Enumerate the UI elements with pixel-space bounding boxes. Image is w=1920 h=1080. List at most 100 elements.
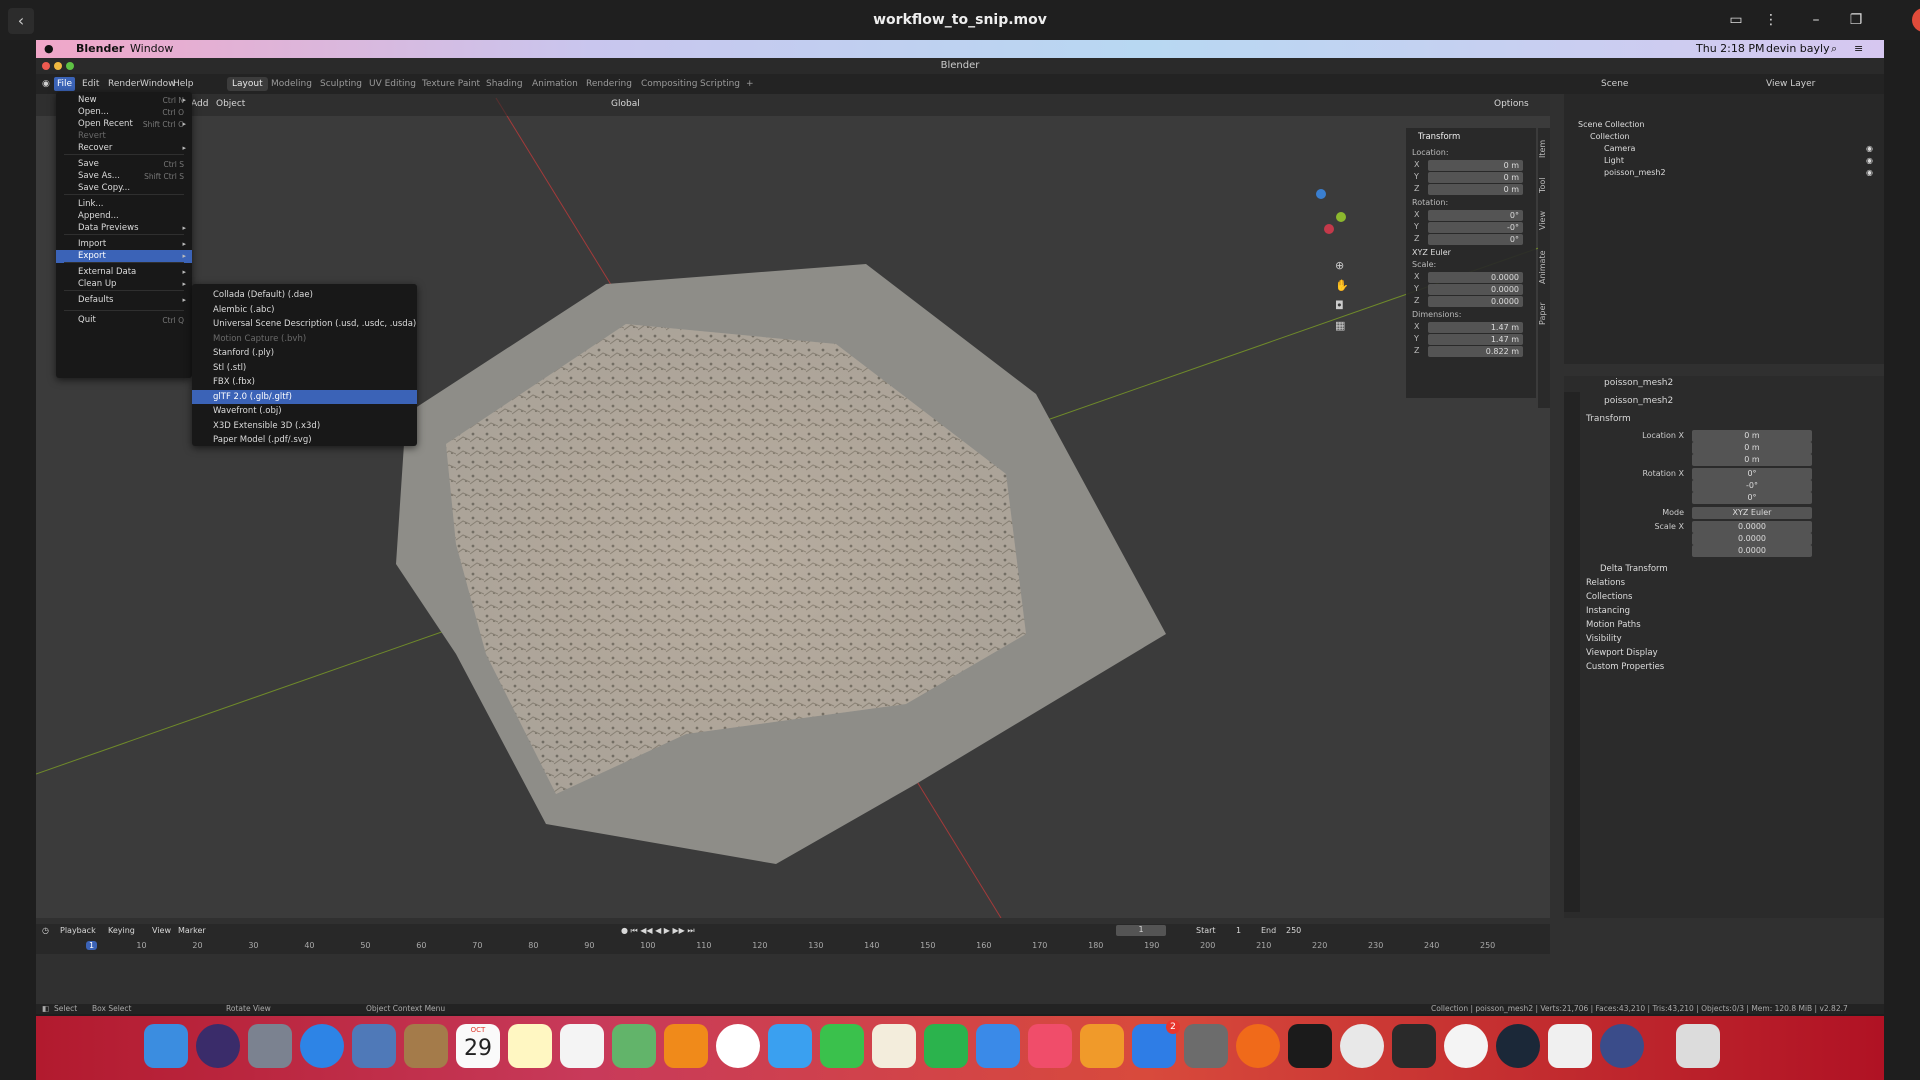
section-delta-transform[interactable]: Delta Transform [1600,564,1668,574]
blender-logo-icon[interactable]: ◉ [42,79,50,89]
chrome-icon[interactable] [1444,1024,1488,1068]
location-y-field[interactable]: 0 m [1428,172,1523,183]
app-store-icon[interactable]: 2 [1132,1020,1180,1068]
section-visibility[interactable]: Visibility [1586,634,1622,644]
spotlight-icon[interactable]: ⌕ [1831,42,1837,56]
books-icon[interactable] [1080,1024,1124,1068]
quicktime-icon[interactable] [1600,1024,1644,1068]
tab-scripting[interactable]: Scripting [695,77,745,91]
marker-menu[interactable]: Marker [178,926,206,935]
eye-icon[interactable]: ◉ [1866,156,1873,165]
current-frame-field[interactable]: 1 [1116,925,1166,936]
start-field[interactable]: 1 [1236,926,1241,935]
keynote-icon[interactable] [976,1024,1020,1068]
export-option[interactable]: Collada (Default) (.dae) [192,288,417,302]
blender-dock-icon[interactable] [664,1024,708,1068]
facetime-icon[interactable] [820,1024,864,1068]
tab-rendering[interactable]: Rendering [581,77,637,91]
dimension-z-field[interactable]: 0.822 m [1428,346,1523,357]
export-option[interactable]: X3D Extensible 3D (.x3d) [192,419,417,433]
section-collections[interactable]: Collections [1586,592,1632,602]
back-icon[interactable]: ‹ [8,8,34,34]
prop-rotation-mode[interactable]: XYZ Euler [1692,507,1812,519]
gizmo-y-icon[interactable] [1336,212,1346,222]
playback-controls[interactable]: ● ⏮ ◀◀ ◀ ▶ ▶▶ ⏭ [621,926,695,936]
section-custom-properties[interactable]: Custom Properties [1586,662,1664,672]
export-option[interactable]: Universal Scene Description (.usd, .usdc… [192,317,417,331]
pan-hand-icon[interactable]: ✋ [1335,279,1349,292]
terminal-icon[interactable] [1392,1024,1436,1068]
scale-x-field[interactable]: 0.0000 [1428,272,1523,283]
textedit-icon[interactable] [1548,1024,1592,1068]
tab-modeling[interactable]: Modeling [266,77,317,91]
gizmo-x-icon[interactable] [1324,224,1334,234]
close-window-icon[interactable] [42,62,50,70]
scale-y-field[interactable]: 0.0000 [1428,284,1523,295]
keying-menu[interactable]: Keying [108,926,135,935]
reminders-icon[interactable] [560,1024,604,1068]
activity-monitor-icon[interactable] [1288,1024,1332,1068]
tab-compositing[interactable]: Compositing [636,77,702,91]
location-z-field[interactable]: 0 m [1428,184,1523,195]
zoom-window-icon[interactable] [66,62,74,70]
rotation-mode[interactable]: XYZ Euler [1412,248,1451,257]
end-field[interactable]: 250 [1286,926,1301,935]
tab-item[interactable]: Item [1538,134,1550,164]
tab-shading[interactable]: Shading [481,77,528,91]
add-menu[interactable]: Add [191,99,208,109]
object-name-field[interactable]: poisson_mesh2 [1604,396,1673,406]
menubar-user[interactable]: devin bayly [1766,42,1830,55]
music-icon[interactable] [1028,1024,1072,1068]
minimize-icon[interactable]: – [1805,10,1827,30]
dimension-y-field[interactable]: 1.47 m [1428,334,1523,345]
cast-icon[interactable]: ▭ [1725,10,1747,30]
prop-rotation-y[interactable]: -0° [1692,480,1812,492]
rotation-z-field[interactable]: 0° [1428,234,1523,245]
scene-label[interactable]: Scene [1601,79,1628,89]
restore-icon[interactable]: ❐ [1845,10,1867,30]
tab-sculpting[interactable]: Sculpting [315,77,367,91]
view-menu[interactable]: View [152,926,171,935]
camera-icon[interactable]: ◘ [1335,299,1344,312]
zoom-icon[interactable]: ⊕ [1335,259,1344,272]
calendar-icon[interactable]: OCT 29 [456,1024,500,1068]
collection-row[interactable]: Collection [1590,132,1630,144]
eye-icon[interactable]: ◉ [1866,168,1873,177]
transform-header[interactable]: Transform [1586,414,1631,424]
firefox-icon[interactable] [1236,1024,1280,1068]
outliner-mesh[interactable]: poisson_mesh2 [1604,168,1666,180]
export-option[interactable]: Stanford (.ply) [192,346,417,360]
tab-uv-editing[interactable]: UV Editing [364,77,421,91]
menubar-window[interactable]: Window [130,42,173,55]
playback-menu[interactable]: Playback [60,926,96,935]
preview-icon[interactable] [352,1024,396,1068]
export-option[interactable]: FBX (.fbx) [192,375,417,389]
siri-icon[interactable] [196,1024,240,1068]
more-icon[interactable]: ⋮ [1760,10,1782,30]
view-layer-label[interactable]: View Layer [1766,79,1815,89]
pages-icon[interactable] [872,1024,916,1068]
prop-rotation-x[interactable]: 0° [1692,468,1812,480]
tab-layout[interactable]: Layout [227,77,268,91]
3d-viewport[interactable]: Add Object Global Options ⊕ ✋ ◘ ▦ [36,94,1550,918]
menubar-clock[interactable]: Thu 2:18 PM [1696,42,1764,55]
photos-icon[interactable] [716,1024,760,1068]
menubar-app[interactable]: Blender [76,42,124,55]
prop-scale-x[interactable]: 0.0000 [1692,521,1812,533]
section-relations[interactable]: Relations [1586,578,1625,588]
eye-icon[interactable]: ◉ [1866,144,1873,153]
maps-icon[interactable] [612,1024,656,1068]
gizmo-z-icon[interactable] [1316,189,1326,199]
rotation-y-field[interactable]: -0° [1428,222,1523,233]
control-center-icon[interactable]: ≡ [1854,42,1863,55]
steam-icon[interactable] [1496,1024,1540,1068]
notes-brown-icon[interactable] [404,1024,448,1068]
menu-help[interactable]: Help [173,79,194,89]
options-menu[interactable]: Options [1494,99,1529,109]
apple-icon[interactable]: ● [44,42,54,55]
playhead[interactable]: 1 [86,941,98,950]
prop-scale-z[interactable]: 0.0000 [1692,545,1812,557]
location-x-field[interactable]: 0 m [1428,160,1523,171]
obs-icon[interactable] [1340,1024,1384,1068]
editor-type-icon[interactable]: ◷ [42,926,49,935]
